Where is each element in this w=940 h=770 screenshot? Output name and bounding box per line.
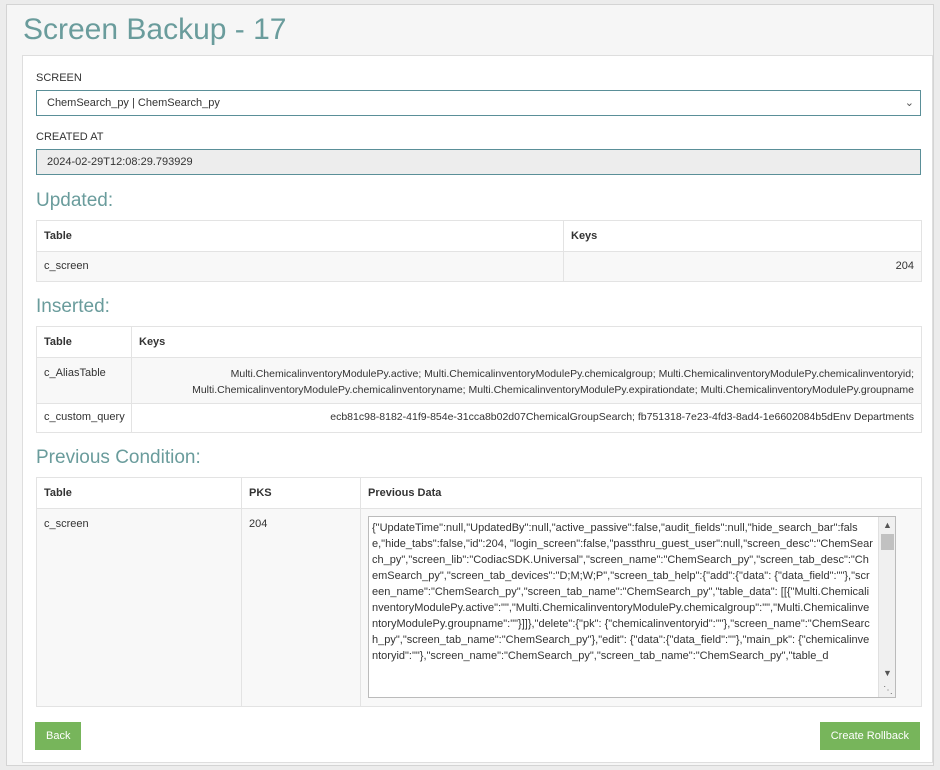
table-cell-keys: Multi.ChemicalinventoryModulePy.active; … <box>131 357 922 404</box>
table-cell-table: c_screen <box>36 251 564 282</box>
chevron-down-icon: ⌄ <box>904 97 914 109</box>
create-rollback-button[interactable]: Create Rollback <box>819 722 920 750</box>
column-header-keys: Keys <box>563 220 922 252</box>
column-header-keys: Keys <box>131 326 922 358</box>
inserted-section-title: Inserted: <box>36 296 110 317</box>
table-row: c_custom_query ecb81c98-8182-41f9-854e-3… <box>36 403 922 433</box>
previous-data-textarea[interactable]: {"UpdateTime":null,"UpdatedBy":null,"act… <box>368 516 896 698</box>
table-row: c_AliasTable Multi.ChemicalinventoryModu… <box>36 357 922 404</box>
chevron-up-icon[interactable]: ▲ <box>879 517 895 533</box>
keys-line: Multi.ChemicalinventoryModulePy.chemical… <box>192 384 914 396</box>
table-cell-table: c_custom_query <box>36 403 132 433</box>
created-at-field: 2024-02-29T12:08:29.793929 <box>36 149 921 175</box>
chevron-down-icon[interactable]: ▼ <box>879 665 895 681</box>
previous-data-text: {"UpdateTime":null,"UpdatedBy":null,"act… <box>372 522 873 662</box>
page-frame: Screen Backup - 17 SCREEN ChemSearch_py … <box>6 4 934 766</box>
column-header-pks: PKS <box>241 477 361 509</box>
updated-section-title: Updated: <box>36 190 114 211</box>
column-header-table: Table <box>36 220 564 252</box>
table-row: c_screen 204 <box>36 251 922 282</box>
table-cell-keys: ecb81c98-8182-41f9-854e-31cca8b02d07Chem… <box>131 403 922 433</box>
page-title: Screen Backup - 17 <box>23 13 287 46</box>
previous-table: Table PKS Previous Data c_screen 204 {"U… <box>36 477 922 707</box>
table-header-row: Table PKS Previous Data <box>36 477 922 509</box>
table-header-row: Table Keys <box>36 326 922 358</box>
created-at-label: CREATED AT <box>36 131 104 143</box>
table-row: c_screen 204 {"UpdateTime":null,"Updated… <box>36 508 922 707</box>
backup-card: SCREEN ChemSearch_py | ChemSearch_py ⌄ C… <box>22 55 933 763</box>
screen-label: SCREEN <box>36 72 82 84</box>
inserted-table: Table Keys c_AliasTable Multi.Chemicalin… <box>36 326 922 433</box>
previous-section-title: Previous Condition: <box>36 447 201 468</box>
table-header-row: Table Keys <box>36 220 922 252</box>
column-header-table: Table <box>36 477 242 509</box>
back-button[interactable]: Back <box>35 722 82 750</box>
column-header-previous-data: Previous Data <box>360 477 922 509</box>
keys-line: Multi.ChemicalinventoryModulePy.active; … <box>230 368 914 380</box>
created-at-value: 2024-02-29T12:08:29.793929 <box>47 156 193 168</box>
table-cell-table: c_screen <box>36 508 242 707</box>
column-header-table: Table <box>36 326 132 358</box>
table-cell-previous-data: {"UpdateTime":null,"UpdatedBy":null,"act… <box>360 508 922 707</box>
table-cell-pks: 204 <box>241 508 361 707</box>
table-cell-table: c_AliasTable <box>36 357 132 404</box>
table-cell-keys: 204 <box>563 251 922 282</box>
screen-select-value: ChemSearch_py | ChemSearch_py <box>47 97 220 109</box>
updated-table: Table Keys c_screen 204 <box>36 220 922 282</box>
screen-select[interactable]: ChemSearch_py | ChemSearch_py ⌄ <box>36 90 921 116</box>
resize-grip-icon[interactable]: ⋱ <box>883 686 893 696</box>
scrollbar-thumb[interactable] <box>881 534 894 550</box>
vertical-scrollbar[interactable]: ▲ ▼ <box>878 517 895 697</box>
